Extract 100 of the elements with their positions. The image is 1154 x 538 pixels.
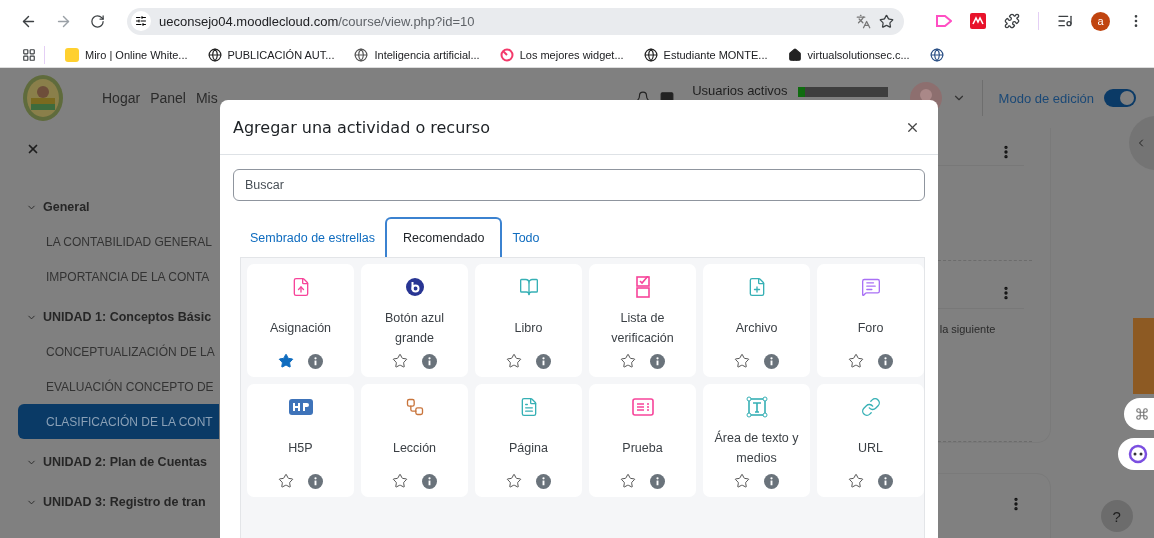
info-icon: [878, 353, 893, 369]
activity-tile[interactable]: Archivo: [703, 264, 810, 377]
activity-name: Página: [509, 439, 548, 457]
url-text: ueconsejo04.moodlecloud.com/course/view.php?id=10: [159, 13, 476, 29]
info-button[interactable]: [878, 473, 893, 489]
bookmark-star-icon[interactable]: [879, 13, 894, 29]
close-drawer-icon[interactable]: [26, 142, 40, 156]
media-icon[interactable]: [1057, 13, 1073, 29]
bookmark-link[interactable]: Estudiante MONTE...: [643, 47, 768, 62]
bookmark-link[interactable]: Los mejores widget...: [499, 47, 624, 62]
info-button[interactable]: [536, 353, 551, 369]
extension-icon[interactable]: [970, 13, 986, 29]
extensions-icon[interactable]: [1004, 13, 1020, 29]
course-section[interactable]: UNIDAD 2: Plan de Cuentas: [18, 445, 219, 479]
translate-icon[interactable]: [856, 13, 871, 29]
address-bar[interactable]: ueconsejo04.moodlecloud.com/course/view.php?id=10: [127, 7, 904, 35]
star-icon[interactable]: [620, 473, 636, 489]
info-button[interactable]: [650, 353, 665, 369]
book-icon: [518, 277, 539, 297]
nav-link[interactable]: Mis: [195, 90, 218, 106]
activity-text: la siguiente: [939, 323, 996, 335]
star-icon[interactable]: [734, 353, 750, 369]
tab[interactable]: Recomendado: [385, 217, 503, 257]
school-logo: [22, 74, 64, 122]
edit-mode-toggle[interactable]: [1104, 89, 1136, 107]
profile-avatar[interactable]: a: [1091, 11, 1110, 31]
info-icon: [878, 473, 893, 489]
info-button[interactable]: [536, 473, 551, 489]
section-title: UNIDAD 1: Conceptos Básic: [43, 310, 212, 324]
activity-tile[interactable]: Libro: [475, 264, 582, 377]
star-icon[interactable]: [620, 353, 636, 369]
globe-icon: [207, 47, 222, 62]
globe-icon: [643, 47, 658, 62]
activity-tile[interactable]: Área de texto y medios: [703, 384, 810, 497]
activity-tile[interactable]: H5P: [247, 384, 354, 497]
extension-icon[interactable]: [936, 15, 952, 27]
checklist-icon: [635, 276, 650, 298]
activity-tile[interactable]: URL: [817, 384, 924, 497]
star-icon[interactable]: [848, 473, 864, 489]
info-button[interactable]: [650, 473, 665, 489]
robot-face-icon: [1127, 444, 1148, 464]
activity-name: Archivo: [735, 319, 778, 337]
nav-link[interactable]: Panel: [150, 90, 186, 106]
apps-icon[interactable]: [22, 47, 36, 62]
active-users-label: Usuarios activos: [692, 83, 788, 98]
info-icon: [764, 353, 779, 369]
shortcuts-button[interactable]: [1123, 398, 1154, 430]
star-icon[interactable]: [734, 473, 750, 489]
info-button[interactable]: [764, 353, 779, 369]
activity-tile[interactable]: Foro: [817, 264, 924, 377]
info-icon: [422, 473, 437, 489]
activity-tile[interactable]: Lista de verificación: [589, 264, 696, 377]
bookmark-link[interactable]: PUBLICACIÓN AUT...: [207, 47, 335, 62]
quiz-list-icon: [631, 398, 654, 416]
star-icon[interactable]: [848, 353, 864, 369]
info-button[interactable]: [878, 353, 893, 369]
section-title: UNIDAD 3: Registro de tran: [43, 495, 206, 509]
course-section[interactable]: UNIDAD 1: Conceptos Básic: [18, 300, 219, 334]
activity-tile[interactable]: Lección: [361, 384, 468, 497]
info-button[interactable]: [764, 473, 779, 489]
activity-tile[interactable]: Botón azul grande: [361, 264, 468, 377]
course-item[interactable]: CLASIFICACIÓN DE LA CONT: [18, 404, 219, 439]
globe-icon[interactable]: [929, 47, 944, 62]
circle-logo-icon: [405, 278, 424, 296]
info-icon: [308, 473, 323, 489]
activity-name: Lista de verificación: [610, 309, 675, 347]
info-button[interactable]: [422, 473, 437, 489]
course-section[interactable]: UNIDAD 3: Registro de tran: [18, 485, 219, 519]
info-button[interactable]: [308, 353, 323, 369]
star-icon[interactable]: [392, 353, 408, 369]
assistant-button[interactable]: [1117, 438, 1154, 470]
chat-icon: [860, 277, 881, 297]
section-title: General: [43, 200, 90, 214]
search-field[interactable]: Buscar: [233, 169, 925, 201]
bookmark-link[interactable]: virtualsolutionsec.c...: [787, 47, 910, 62]
star-icon[interactable]: [392, 473, 408, 489]
star-icon[interactable]: [278, 353, 294, 369]
activity-name: URL: [858, 439, 883, 457]
nav-link[interactable]: Hogar: [102, 90, 141, 106]
info-icon: [650, 353, 665, 369]
star-icon[interactable]: [506, 353, 522, 369]
activity-name: H5P: [288, 439, 313, 457]
miro-icon: [65, 47, 79, 62]
course-section[interactable]: General: [18, 190, 219, 224]
activity-tile[interactable]: Prueba: [589, 384, 696, 497]
info-icon: [536, 473, 551, 489]
home-icon: [787, 47, 802, 62]
activity-name: Lección: [392, 439, 437, 457]
info-button[interactable]: [422, 353, 437, 369]
info-button[interactable]: [308, 473, 323, 489]
activity-tile[interactable]: Asignación: [247, 264, 354, 377]
activity-name: Área de texto y medios: [713, 429, 800, 467]
workflow-icon: [404, 397, 425, 417]
activity-name: Botón azul grande: [383, 309, 446, 347]
star-icon[interactable]: [278, 473, 294, 489]
bookmark-link[interactable]: Inteligencia artificial...: [354, 47, 480, 62]
star-icon[interactable]: [506, 473, 522, 489]
reload-button[interactable]: [90, 13, 105, 29]
activity-tile[interactable]: Página: [475, 384, 582, 497]
bookmark-link[interactable]: Miro | Online White...: [65, 47, 188, 62]
